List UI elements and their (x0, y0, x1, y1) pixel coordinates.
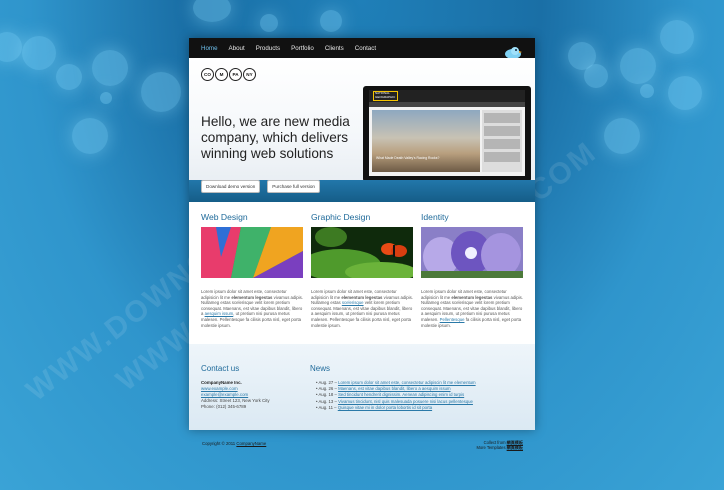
service-graphic-design: Graphic Design Lorem ipsum dolor sit ame… (301, 212, 417, 349)
bubble-decoration (22, 36, 56, 70)
copyright-text: Copyright © 2011 (202, 441, 237, 446)
news-list: Aug. 27 – Lorem ipsum dolor sit amet est… (310, 380, 525, 411)
nav-item-contact[interactable]: Contact (355, 45, 376, 52)
nav-item-products[interactable]: Products (256, 45, 280, 52)
bubble-decoration (660, 20, 694, 54)
ng-nav-bar (369, 102, 525, 107)
logo-letter: PA (229, 68, 242, 81)
service-title: Graphic Design (311, 212, 371, 222)
news-date: Aug. 18 – (318, 392, 339, 398)
colorful-umbrella-image (201, 227, 303, 278)
nav-item-clients[interactable]: Clients (325, 45, 344, 52)
bubble-decoration (193, 0, 231, 22)
description-link[interactable]: scelerisque (342, 300, 364, 305)
service-title: Identity (421, 212, 449, 222)
bubble-decoration (668, 76, 702, 110)
bubble-decoration (72, 118, 108, 154)
news-link[interactable]: Lorem ipsum dolor sit amet este, consect… (338, 380, 476, 385)
services-section: Web Design Lorem ipsum dolor sit amet es… (189, 202, 535, 349)
butterfly-image (301, 227, 417, 282)
news-date: Aug. 11 – (318, 404, 338, 410)
service-description: Lorem ipsum dolor sit amet este, consect… (421, 289, 523, 328)
bubble-decoration (141, 72, 181, 112)
description-bold: elementum legestas (451, 294, 493, 300)
credit-line: More Templates 網頁模板 (470, 445, 523, 450)
bubble-decoration (620, 48, 656, 84)
bubble-decoration (0, 32, 22, 62)
service-description: Lorem ipsum dolor sit amet este, consect… (201, 289, 303, 328)
contact-heading: Contact us (201, 364, 240, 373)
footer-credits: Collect from 網頁模板 More Templates 網頁模板 (470, 440, 523, 451)
download-demo-button[interactable]: Download demo version (201, 180, 261, 193)
contact-phone: Phone: (012) 345-6789 (201, 404, 247, 409)
news-item: Aug. 11 – Quisque vitae mi in dolor port… (316, 405, 525, 411)
logo-letter: NY (243, 68, 256, 81)
nav-item-home[interactable]: Home (201, 45, 218, 52)
news-link[interactable]: Vivamus tincidunt, nisl quis malesuada p… (338, 399, 473, 404)
nav-item-about[interactable]: About (229, 45, 245, 52)
bubble-decoration (320, 10, 342, 32)
service-description: Lorem ipsum dolor sit amet este, consect… (311, 289, 413, 328)
bubble-decoration (640, 84, 654, 98)
news-date: Aug. 26 – (318, 386, 339, 392)
hero-buttons: Download demo version Purchase full vers… (201, 180, 320, 193)
news-heading: News (310, 364, 331, 373)
footer-copyright: Copyright © 2011 CompanyName (202, 441, 266, 446)
top-navigation: Home About Products Portfolio Clients Co… (189, 38, 535, 59)
ng-logo-line: GEOGRAPHIC (375, 94, 396, 99)
ng-photo-caption: What Made Death Valley's Racing Rocks? (376, 156, 440, 160)
hero-section: CO M PA NY Hello, we are new media compa… (189, 58, 535, 202)
ng-feature-photo: What Made Death Valley's Racing Rocks? (372, 110, 480, 172)
credit-link[interactable]: 網頁模板 (507, 445, 523, 450)
bottom-section: Contact us CompanyName Inc. www.example.… (189, 344, 535, 430)
service-title: Web Design (201, 212, 248, 222)
ng-logo: NATIONAL GEOGRAPHIC (373, 91, 398, 101)
contact-block: Contact us CompanyName Inc. www.example.… (201, 364, 301, 410)
description-link[interactable]: Pellentesque (440, 317, 465, 322)
bubble-decoration (604, 118, 640, 154)
bubble-decoration (100, 92, 112, 104)
news-date: Aug. 13 – (318, 398, 339, 404)
bubble-decoration (92, 50, 128, 86)
description-link[interactable]: aesquim issum (205, 311, 234, 316)
credit-label: More Templates (476, 445, 507, 451)
news-link[interactable]: Quisque vitae mi in dolor porta lobortis… (338, 405, 432, 410)
news-date: Aug. 27 – (318, 380, 339, 385)
website-mockup: Home About Products Portfolio Clients Co… (189, 38, 535, 430)
browser-preview: NATIONAL GEOGRAPHIC What Made Death Vall… (369, 90, 525, 176)
service-web-design: Web Design Lorem ipsum dolor sit amet es… (201, 212, 303, 349)
news-link[interactable]: Maenans, est vitae dapibus blandit, libe… (338, 386, 451, 391)
logo-letter: CO (201, 68, 214, 81)
description-bold: elementum legestas (231, 294, 273, 300)
service-identity: Identity Lorem ipsum dolor sit amet este… (421, 212, 523, 349)
bubble-decoration (56, 64, 82, 90)
bubble-decoration (260, 14, 278, 32)
company-logo[interactable]: CO M PA NY (201, 68, 256, 81)
laptop-screen: NATIONAL GEOGRAPHIC What Made Death Vall… (363, 86, 531, 182)
description-bold: elementum legestas (341, 294, 383, 300)
bubble-decoration (584, 64, 608, 88)
company-link[interactable]: CompanyName (236, 441, 266, 446)
news-link[interactable]: Sed tincidunt hendrerit dignissim. Aenea… (338, 392, 464, 397)
logo-letter: M (215, 68, 228, 81)
news-block: News Aug. 27 – Lorem ipsum dolor sit ame… (310, 364, 525, 411)
ng-sidebar (482, 110, 522, 172)
purple-flower-image (421, 227, 523, 278)
laptop-preview: NATIONAL GEOGRAPHIC What Made Death Vall… (359, 86, 535, 192)
ng-header: NATIONAL GEOGRAPHIC (369, 90, 525, 102)
purchase-full-button[interactable]: Purchase full version (267, 180, 320, 193)
nav-item-portfolio[interactable]: Portfolio (291, 45, 314, 52)
